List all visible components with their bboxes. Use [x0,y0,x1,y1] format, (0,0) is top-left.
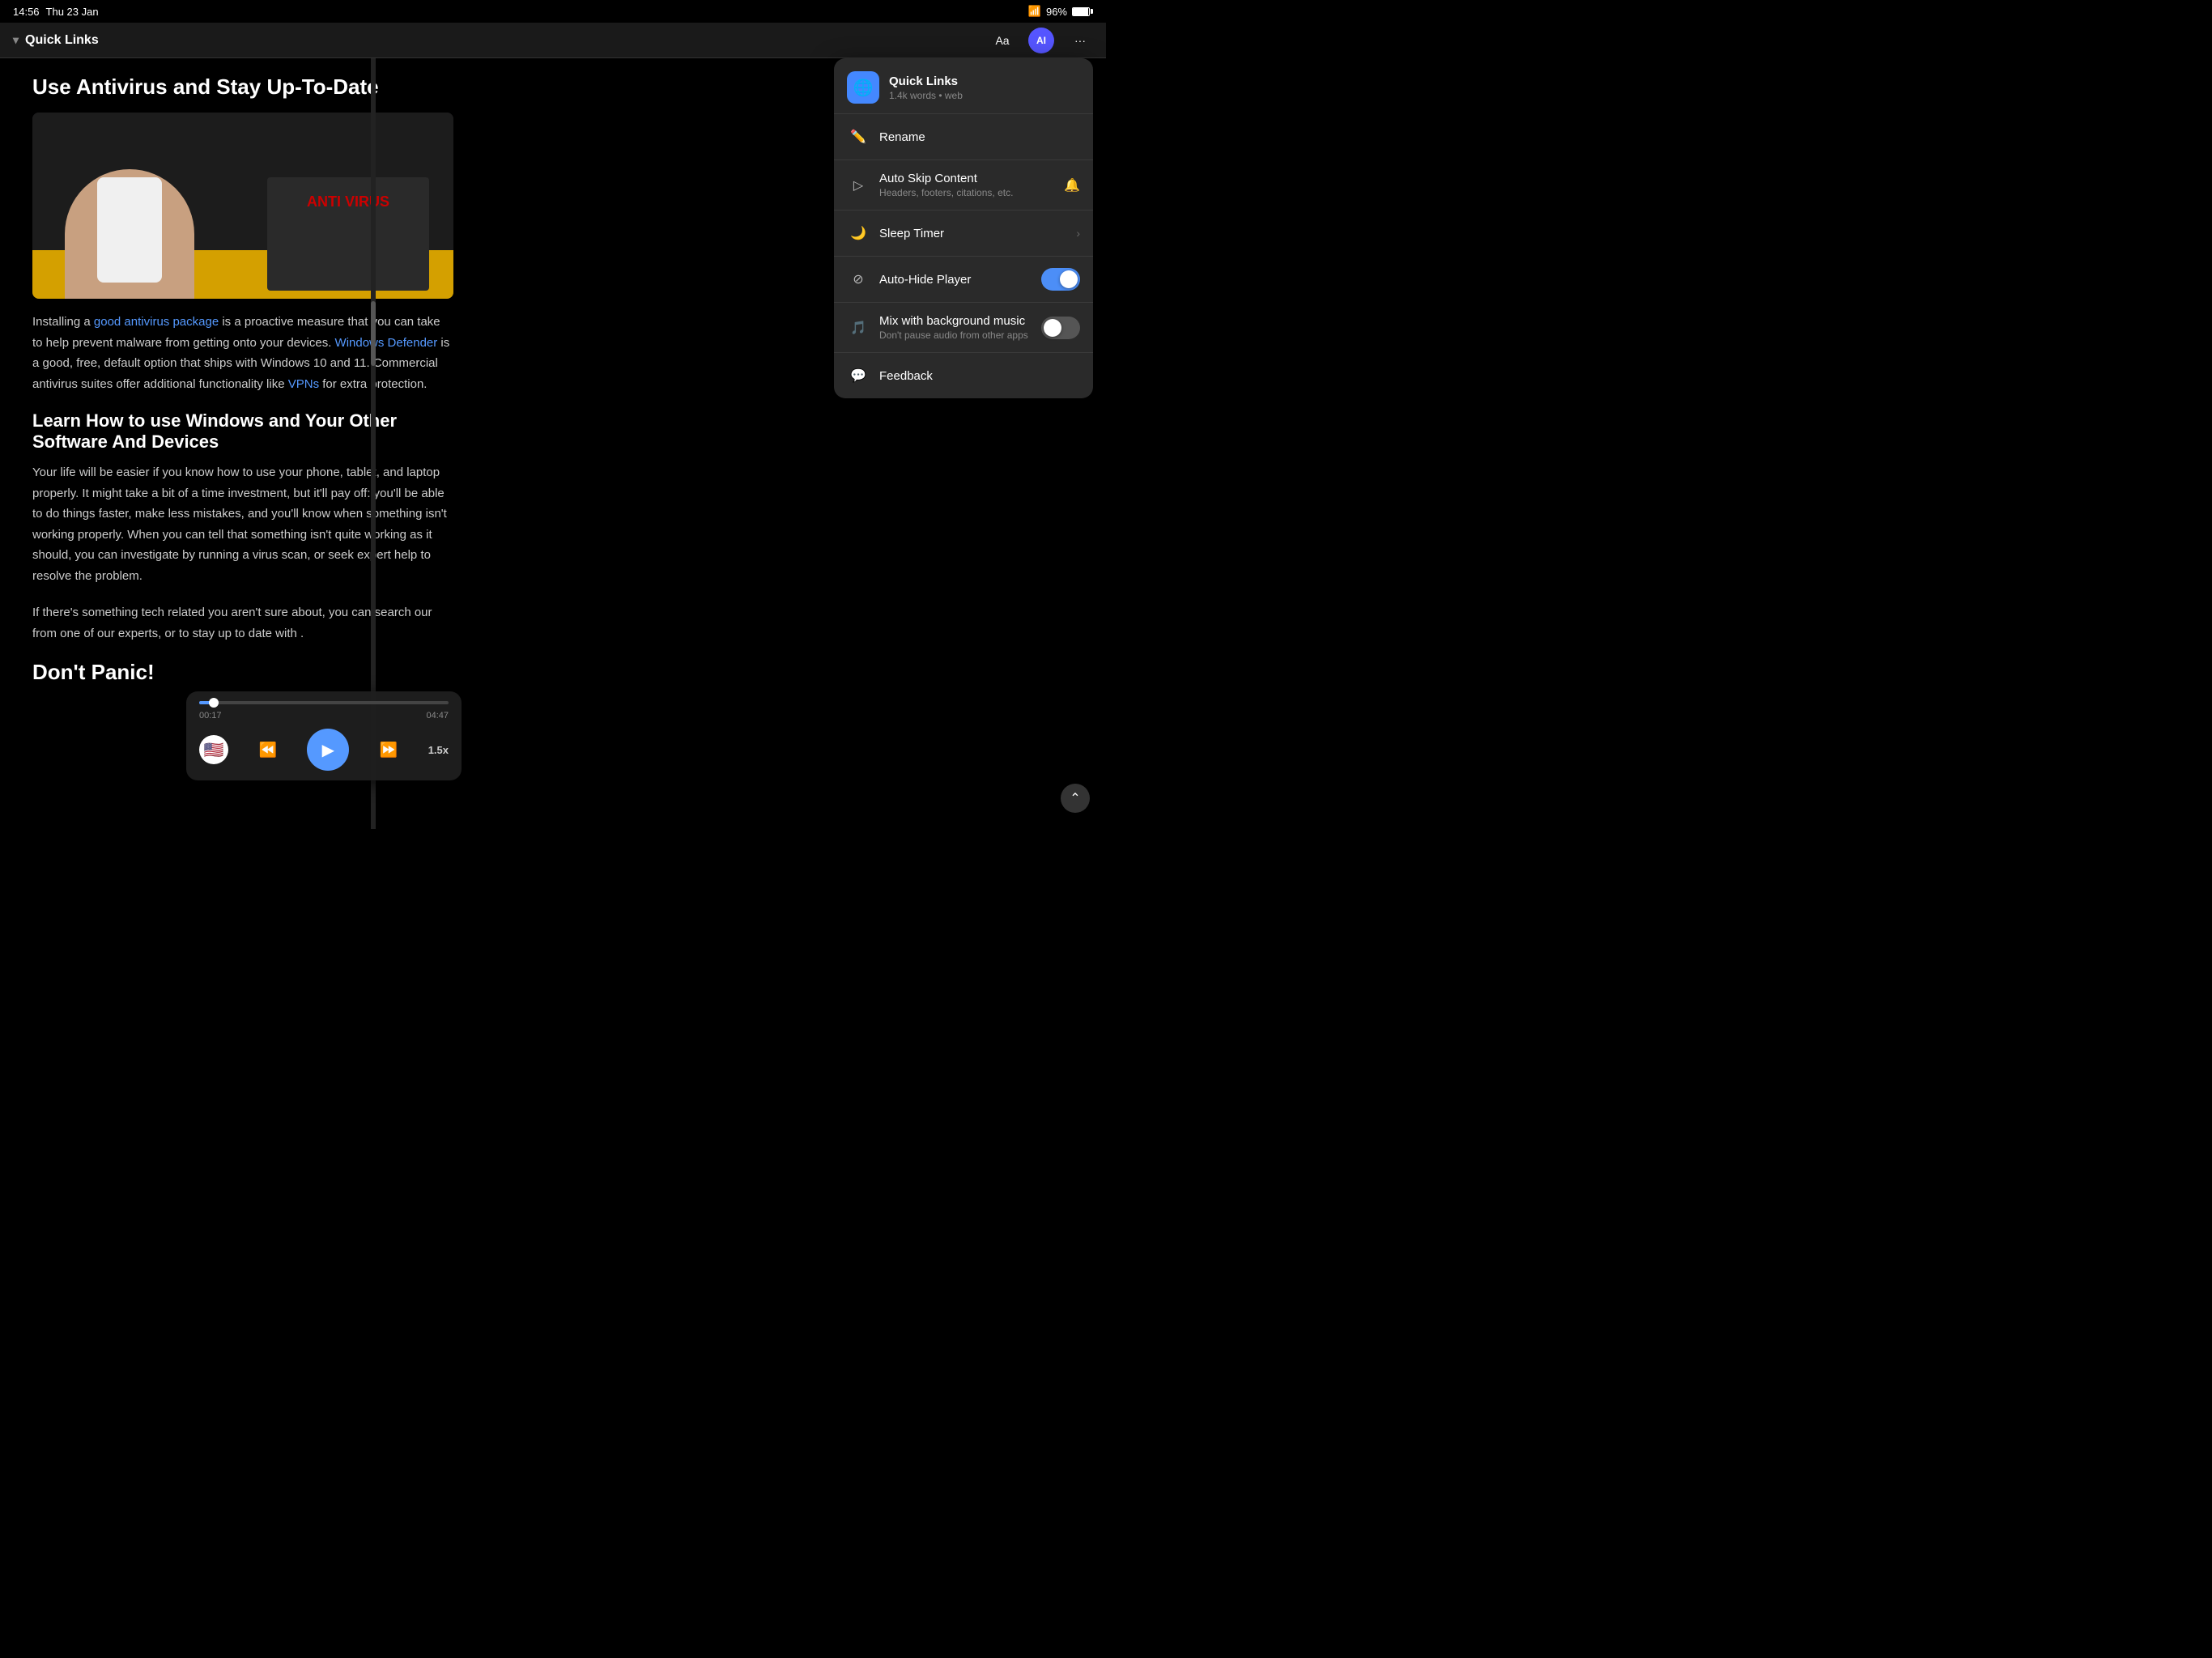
feedback-label-area: Feedback [879,369,1080,383]
article-body-2: Your life will be easier if you know how… [32,462,453,586]
scroll-up-button[interactable]: ⌃ [1061,784,1090,813]
rename-icon: ✏️ [847,125,870,148]
dropdown-app-meta: 1.4k words • web [889,90,1080,101]
status-bar: 14:56 Thu 23 Jan 📶 96% [0,0,1106,23]
mix-music-sublabel: Don't pause audio from other apps [879,329,1032,341]
rename-label-area: Rename [879,130,1080,144]
scrollbar-thumb[interactable] [371,301,376,366]
playback-speed[interactable]: 1.5x [428,744,449,756]
mix-music-icon: 🎵 [847,317,870,339]
player-current-time: 00:17 [199,711,222,721]
article-heading-1: Use Antivirus and Stay Up-To-Date [32,74,696,100]
status-date: Thu 23 Jan [46,6,99,18]
auto-skip-label: Auto Skip Content [879,172,1054,185]
mix-music-label: Mix with background music [879,314,1032,328]
dropdown-menu: 🌐 Quick Links 1.4k words • web ✏️ Rename… [834,58,1093,398]
auto-hide-icon: ⊘ [847,268,870,291]
article-heading-3: Don't Panic! [32,660,696,685]
sleep-timer-label-area: Sleep Timer [879,227,1066,240]
nav-chevron-icon: ▾ [13,33,19,47]
nav-title-area[interactable]: ▾ Quick Links [13,33,989,48]
mix-music-toggle[interactable] [1041,317,1080,339]
auto-hide-label-area: Auto-Hide Player [879,273,1032,287]
dropdown-item-feedback[interactable]: 💬 Feedback [834,353,1093,398]
mix-music-right[interactable] [1041,317,1080,339]
dropdown-header-info: Quick Links 1.4k words • web [889,74,1080,101]
sleep-timer-label: Sleep Timer [879,227,1066,240]
rewind-button[interactable]: ⏪ [253,735,283,764]
battery-percent: 96% [1046,6,1067,18]
auto-skip-right: 🔔 [1064,177,1080,193]
auto-skip-sublabel: Headers, footers, citations, etc. [879,187,1054,198]
link-vpns[interactable]: VPNs [288,377,319,391]
article-body-3: If there's something tech related you ar… [32,602,453,644]
player-controls: 🇺🇸 ⏪ ▶ ⏩ 1.5x [199,729,449,771]
dropdown-item-auto-skip[interactable]: ▷ Auto Skip Content Headers, footers, ci… [834,160,1093,210]
auto-hide-toggle[interactable] [1041,268,1080,291]
dropdown-item-sleep-timer[interactable]: 🌙 Sleep Timer › [834,210,1093,257]
auto-skip-label-area: Auto Skip Content Headers, footers, cita… [879,172,1054,198]
article-body-1: Installing a good antivirus package is a… [32,312,453,394]
nav-actions: Aa AI ··· [989,28,1093,53]
app-icon-globe: 🌐 [847,71,879,104]
sleep-timer-icon: 🌙 [847,222,870,244]
player-flag: 🇺🇸 [199,735,228,764]
wifi-icon: 📶 [1028,5,1041,18]
bell-icon: 🔔 [1064,177,1080,193]
progress-knob[interactable] [209,698,219,708]
sleep-timer-right: › [1076,227,1080,240]
auto-hide-right[interactable] [1041,268,1080,291]
ai-button[interactable]: AI [1028,28,1054,53]
link-windows-defender[interactable]: Windows Defender [335,336,438,350]
dropdown-item-auto-hide[interactable]: ⊘ Auto-Hide Player [834,257,1093,303]
mix-music-label-area: Mix with background music Don't pause au… [879,314,1032,341]
article-heading-2: Learn How to use Windows and Your Other … [32,410,453,453]
status-time: 14:56 [13,6,40,18]
link-antivirus[interactable]: good antivirus package [94,315,219,329]
dropdown-header: 🌐 Quick Links 1.4k words • web [834,58,1093,114]
dropdown-item-rename[interactable]: ✏️ Rename [834,114,1093,160]
nav-bar: ▾ Quick Links Aa AI ··· [0,23,1106,58]
feedback-label: Feedback [879,369,1080,383]
player-time-row: 00:17 04:47 [199,711,449,721]
article-image [32,113,453,299]
dropdown-item-mix-music[interactable]: 🎵 Mix with background music Don't pause … [834,303,1093,353]
battery-icon [1072,7,1093,16]
player-total-time: 04:47 [426,711,449,721]
audio-player: 00:17 04:47 🇺🇸 ⏪ ▶ ⏩ 1.5x [186,691,462,780]
font-size-button[interactable]: Aa [989,28,1015,53]
auto-skip-icon: ▷ [847,174,870,197]
auto-hide-label: Auto-Hide Player [879,273,1032,287]
dropdown-app-name: Quick Links [889,74,1080,88]
play-button[interactable]: ▶ [307,729,349,771]
feedback-icon: 💬 [847,364,870,387]
nav-page-title: Quick Links [25,33,99,48]
chevron-right-icon: › [1076,227,1080,240]
rename-label: Rename [879,130,1080,144]
progress-bar[interactable] [199,701,449,704]
forward-button[interactable]: ⏩ [374,735,403,764]
more-options-button[interactable]: ··· [1067,28,1093,53]
